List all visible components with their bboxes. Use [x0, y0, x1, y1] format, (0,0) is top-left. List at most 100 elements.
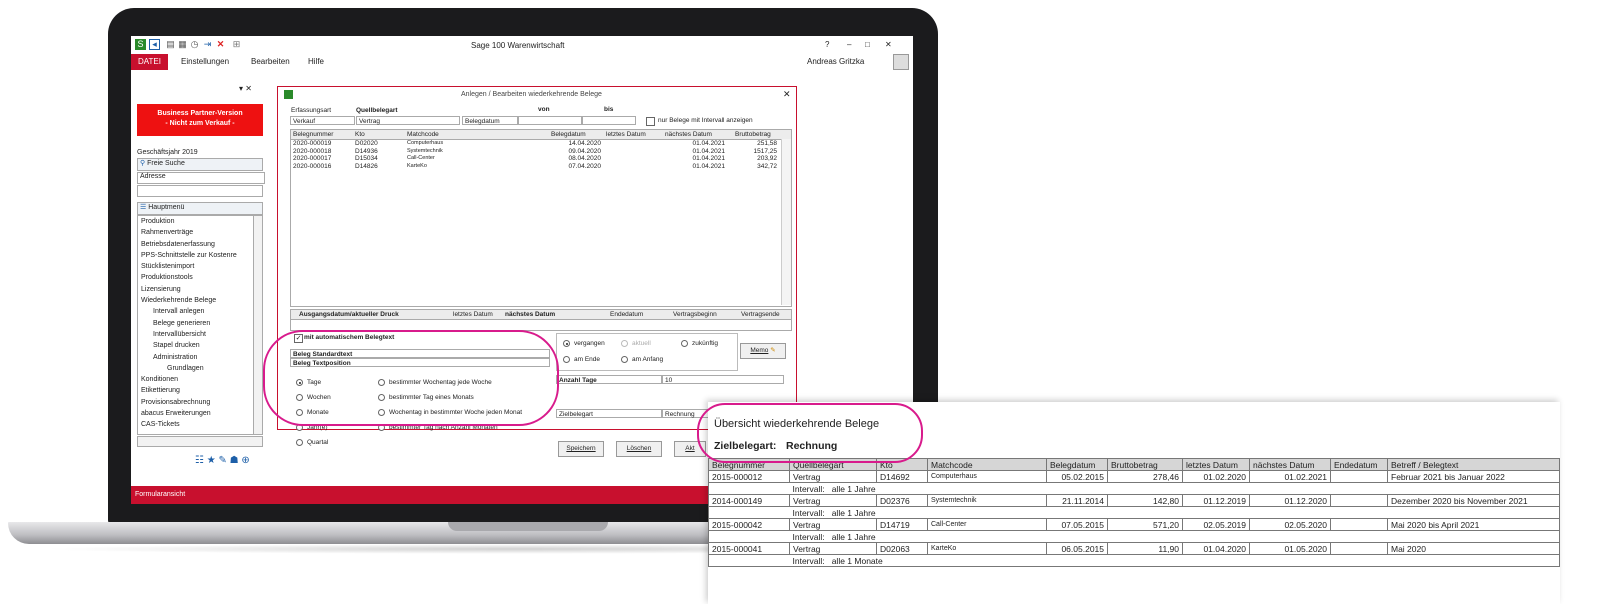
report-col-matchcode: Matchcode — [927, 458, 1047, 471]
tree-item[interactable]: Stapel drucken — [141, 340, 255, 351]
tree-item[interactable]: Grundlagen — [141, 363, 255, 374]
beleg-standardtext[interactable]: Beleg Standardtext — [290, 349, 550, 358]
update-button[interactable]: Akt — [674, 441, 706, 457]
option-zukuenftig[interactable]: zukünftig — [681, 340, 718, 347]
tree-item[interactable]: Intervallübersicht — [141, 329, 255, 340]
search-section[interactable]: ⚲ Freie Suche — [137, 158, 263, 171]
tree-item[interactable]: Etikettierung — [141, 385, 255, 396]
tree-item[interactable]: Rahmenverträge — [141, 227, 255, 238]
interval-quartal[interactable]: Quartal — [296, 439, 328, 446]
left-panel: ▾ ✕ Business Partner-Version - Nicht zum… — [135, 80, 265, 490]
option-am-ende[interactable]: am Ende — [563, 356, 600, 363]
tree-item[interactable]: Intervall anlegen — [141, 306, 255, 317]
grid-row[interactable]: 2020-000017 D15034 Call-Center 08.04.2020 01… — [291, 155, 779, 163]
tree-item[interactable]: Lizensierung — [141, 284, 255, 295]
grid-scrollbar[interactable] — [781, 139, 791, 305]
delete-button[interactable]: Löschen — [616, 441, 662, 457]
auto-text-checkbox[interactable]: ✓ — [294, 334, 303, 343]
bis-date-input[interactable] — [582, 116, 636, 125]
col-matchcode[interactable]: Matchcode — [407, 131, 439, 138]
tree-item[interactable]: CAS-Tickets — [141, 419, 255, 430]
interval-monate[interactable]: Monate — [296, 409, 329, 416]
col-kto[interactable]: Kto — [355, 131, 365, 138]
grid-row[interactable]: 2020-000019 D02020 Computerhaus 14.04.2020 0… — [291, 140, 779, 148]
option-am-anfang[interactable]: am Anfang — [621, 356, 663, 363]
tree-item[interactable]: Provisionsabrechnung — [141, 397, 255, 408]
report-interval: Intervall: alle 1 Jahre — [789, 506, 1560, 519]
close-icon[interactable]: ✕ — [215, 39, 226, 50]
grid-cell: 07.04.2020 — [568, 162, 601, 170]
grid-row[interactable]: 2020-000016 D14826 KarteKo 07.04.2020 01.04.… — [291, 163, 779, 171]
tree-item[interactable]: Stücklistenimport — [141, 261, 255, 272]
interval-wochentag[interactable]: bestimmter Wochentag jede Woche — [378, 379, 492, 386]
dialog-close-icon[interactable]: ✕ — [783, 89, 791, 100]
banner-line-2: - Nicht zum Verkauf - — [165, 120, 235, 127]
report-cell: Mai 2020 bis April 2021 — [1387, 518, 1560, 531]
tree-item[interactable]: Administration — [141, 352, 255, 363]
quellbelegart-select[interactable]: Vertrag — [356, 116, 460, 125]
close-window-button[interactable]: ✕ — [885, 40, 892, 49]
avatar[interactable] — [893, 54, 909, 70]
interval-wochentag-woche[interactable]: Wochentag in bestimmter Woche jeden Mona… — [378, 409, 522, 416]
col-letztes-datum[interactable]: letztes Datum — [606, 131, 646, 138]
col-naechstes-datum[interactable]: nächstes Datum — [665, 131, 712, 138]
laptop-notch — [448, 522, 608, 531]
memo-button[interactable]: Memo ✎ — [740, 343, 786, 359]
main-menu-header[interactable]: ☰ Hauptmenü — [137, 202, 263, 215]
col-belegdatum[interactable]: Belegdatum — [551, 131, 586, 138]
minimize-button[interactable]: – — [847, 40, 851, 49]
print-dates-grid[interactable]: Ausgangsdatum/aktueller Druck letztes Da… — [290, 309, 792, 331]
menu-datei[interactable]: DATEI — [131, 54, 168, 70]
tree-item[interactable]: abacus Erweiterungen — [141, 408, 255, 419]
panel-pin-icon[interactable]: ▾ ✕ — [239, 84, 252, 93]
layout-icon[interactable]: ⊞ — [231, 39, 242, 50]
grid-cell: D14936 — [355, 147, 378, 155]
horizontal-scrollbar[interactable] — [137, 436, 263, 447]
search-select[interactable]: Adresse — [137, 172, 265, 184]
tree-item[interactable]: Wiederkehrende Belege — [141, 295, 255, 306]
option-vergangen[interactable]: vergangen — [563, 340, 605, 347]
beleg-textposition[interactable]: Beleg Textposition — [290, 358, 550, 367]
save-button[interactable]: Speichern — [558, 441, 604, 457]
col-bruttobetrag[interactable]: Bruttobetrag — [735, 131, 771, 138]
tree-scrollbar[interactable] — [253, 215, 263, 435]
document-icon[interactable]: ▤ — [165, 39, 176, 50]
interval-jahre[interactable]: Jahr(e) — [296, 424, 328, 431]
menu-hilfe[interactable]: Hilfe — [308, 57, 324, 66]
grid-row[interactable]: 2020-000018 D14936 Systemtechnik 09.04.2020… — [291, 148, 779, 156]
interval-tage[interactable]: Tage — [296, 379, 321, 386]
menu-bearbeiten[interactable]: Bearbeiten — [251, 57, 290, 66]
report-col-belegnummer: Belegnummer — [708, 458, 790, 471]
interval-wochen[interactable]: Wochen — [296, 394, 331, 401]
interval-tag-anzahl[interactable]: bestimmter Tag nach Anzahl Monaten — [378, 424, 498, 431]
update-label: Akt — [685, 445, 695, 452]
report-row: 2015-000012 Vertrag D14692 Computerhaus 05.0… — [708, 470, 1560, 483]
maximize-button[interactable]: □ — [865, 40, 870, 49]
toolbar-icons[interactable]: ☷ ★ ✎ ☗ ⊕ — [195, 455, 250, 466]
grid-cell: 2020-000018 — [293, 147, 332, 155]
interval-tag-monat[interactable]: bestimmter Tag eines Monats — [378, 394, 474, 401]
calendar-icon[interactable]: ▦ — [177, 39, 188, 50]
report-cell: 01.02.2020 — [1182, 470, 1250, 483]
option-aktuell[interactable]: aktuell — [621, 340, 651, 347]
navigation-tree[interactable]: Produktion Rahmenverträge Betriebsdatene… — [137, 215, 256, 435]
help-button[interactable]: ? — [825, 40, 829, 49]
back-icon[interactable]: ◂ — [149, 39, 160, 50]
menu-einstellungen[interactable]: Einstellungen — [181, 57, 229, 66]
col-belegnummer[interactable]: Belegnummer — [293, 131, 333, 138]
von-date-input[interactable] — [518, 116, 582, 125]
documents-grid[interactable]: Belegnummer Kto Matchcode Belegdatum let… — [290, 129, 792, 307]
erfassungsart-select[interactable]: Verkauf — [290, 116, 355, 125]
tree-item[interactable]: Konditionen — [141, 374, 255, 385]
clock-icon[interactable]: ◷ — [189, 39, 200, 50]
user-name[interactable]: Andreas Gritzka — [807, 57, 864, 66]
anzahl-tage-input[interactable]: 10 — [662, 375, 784, 384]
interval-only-checkbox[interactable] — [646, 117, 655, 126]
tree-item[interactable]: Produktion — [141, 216, 255, 227]
search-input[interactable] — [137, 185, 263, 197]
tree-item[interactable]: Belege generieren — [141, 318, 255, 329]
tree-item[interactable]: Produktionstools — [141, 272, 255, 283]
tree-item[interactable]: PPS-Schnittstelle zur Kostenre — [141, 250, 255, 261]
exit-icon[interactable]: ⇥ — [202, 39, 213, 50]
tree-item[interactable]: Betriebsdatenerfassung — [141, 239, 255, 250]
